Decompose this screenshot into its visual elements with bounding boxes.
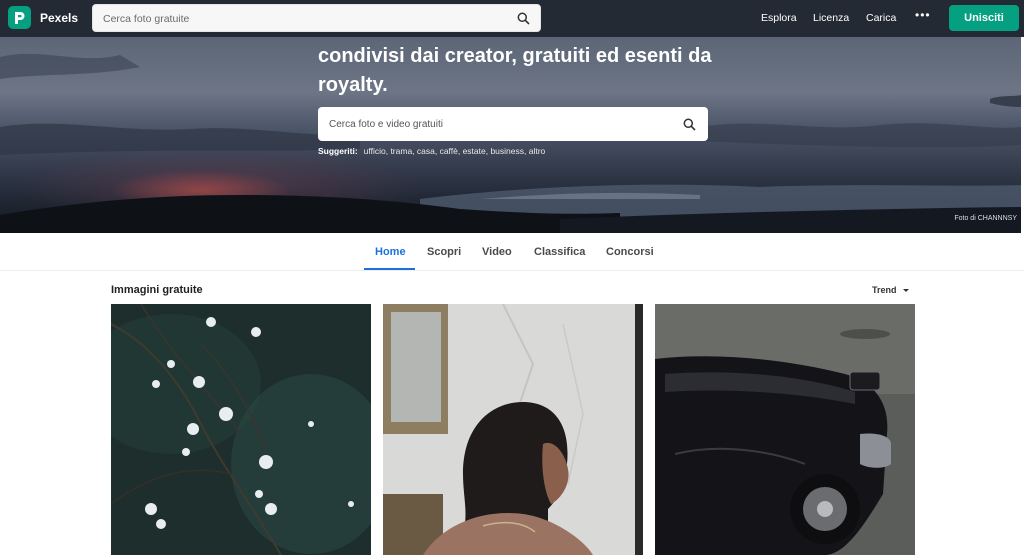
photo-card-car[interactable]: [655, 304, 915, 555]
tab-classifica[interactable]: Classifica: [534, 246, 585, 258]
hero-banner: condivisi dai creator, gratuiti ed esent…: [0, 37, 1021, 233]
tab-home[interactable]: Home: [375, 246, 406, 258]
nav-link-carica[interactable]: Carica: [866, 12, 896, 24]
section-title: Immagini gratuite: [111, 284, 203, 296]
suggested-searches: Suggeriti: ufficio, trama, casa, caffè, e…: [318, 146, 545, 156]
suggested-keywords[interactable]: ufficio, trama, casa, caffè, estate, bus…: [364, 146, 546, 156]
brand-name[interactable]: Pexels: [40, 11, 78, 25]
suggested-label: Suggeriti:: [318, 146, 358, 156]
photo-card-flowers[interactable]: [111, 304, 371, 555]
top-search-input[interactable]: Cerca foto gratuite: [92, 4, 541, 32]
top-navbar: Pexels Cerca foto gratuite Esplora Licen…: [0, 0, 1024, 37]
top-search-placeholder: Cerca foto gratuite: [103, 13, 190, 25]
search-icon[interactable]: [517, 12, 530, 30]
join-button[interactable]: Unisciti: [949, 5, 1019, 31]
photo-car-image: [655, 304, 915, 555]
hero-title: condivisi dai creator, gratuiti ed esent…: [318, 45, 712, 96]
more-menu-icon[interactable]: •••: [915, 8, 931, 22]
nav-link-licenza[interactable]: Licenza: [813, 12, 849, 24]
photo-flowers-image: [111, 304, 371, 555]
nav-link-esplora[interactable]: Esplora: [761, 12, 797, 24]
photo-woman-image: [383, 304, 643, 555]
active-tab-indicator: [364, 268, 415, 270]
sort-dropdown[interactable]: Trend: [872, 285, 909, 295]
tab-scopri[interactable]: Scopri: [427, 246, 461, 258]
tab-concorsi[interactable]: Concorsi: [606, 246, 654, 258]
chevron-down-icon: [902, 289, 909, 293]
tab-video[interactable]: Video: [482, 246, 512, 258]
search-icon[interactable]: [683, 118, 696, 136]
content-tabs: Home Scopri Video Classifica Concorsi: [0, 233, 1024, 271]
photo-card-woman[interactable]: [383, 304, 643, 555]
pexels-logo-icon[interactable]: [8, 6, 31, 29]
sort-label: Trend: [872, 285, 897, 295]
hero-search-placeholder: Cerca foto e video gratuiti: [329, 119, 443, 130]
hero-search-input[interactable]: Cerca foto e video gratuiti: [318, 107, 708, 141]
photo-credit[interactable]: Foto di CHANNNSY: [954, 215, 1017, 222]
